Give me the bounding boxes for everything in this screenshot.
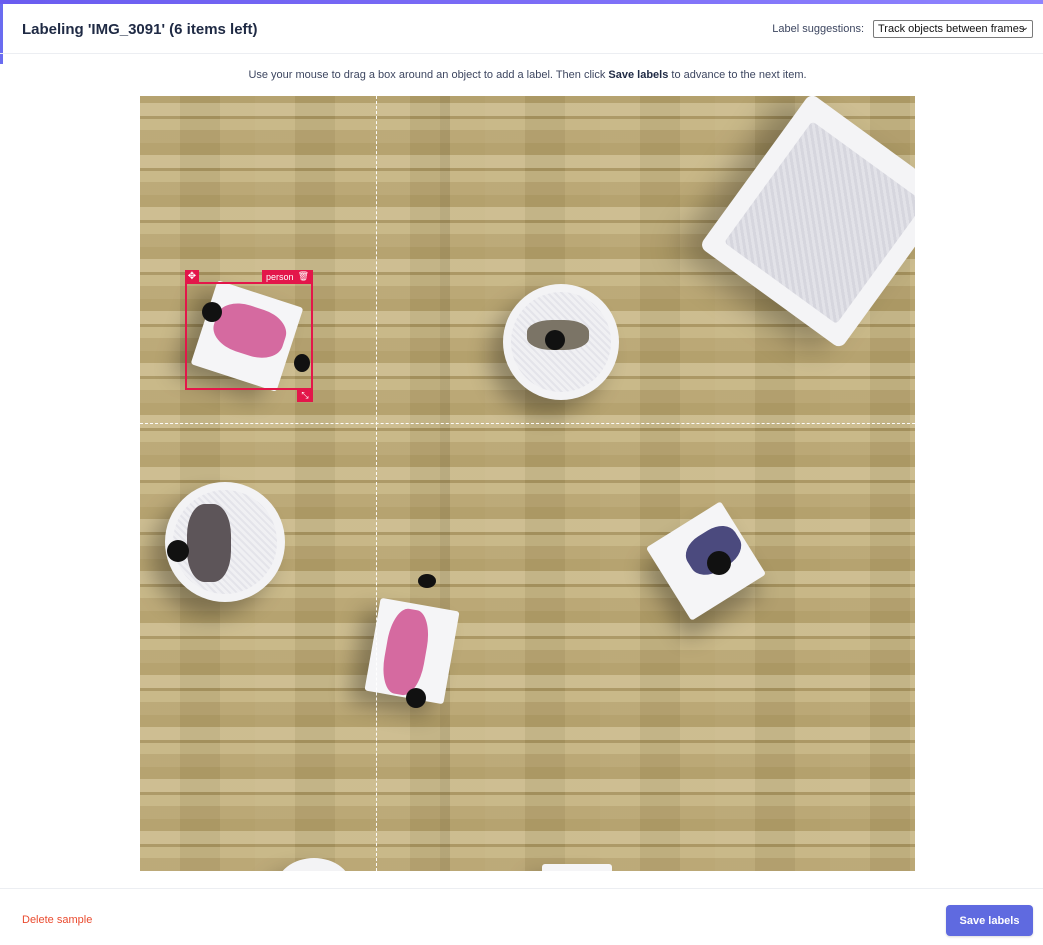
plate-object	[503, 284, 619, 400]
crosshair-vertical	[376, 96, 377, 871]
header: Labeling 'IMG_3091' (6 items left) Label…	[0, 4, 1043, 54]
label-suggestions: Label suggestions: Track objects between…	[772, 20, 1033, 38]
crosshair-horizontal	[140, 423, 915, 424]
instructions-text-end: to advance to the next item.	[668, 69, 807, 81]
instructions: Use your mouse to drag a box around an o…	[0, 69, 1043, 81]
chevron-down-icon: ⌄	[1020, 22, 1029, 33]
delete-sample-link[interactable]: Delete sample	[22, 914, 92, 926]
trash-icon[interactable]: 🗑	[298, 271, 309, 282]
figure-feet	[418, 574, 436, 588]
plate-object	[165, 482, 285, 602]
page-title: Labeling 'IMG_3091' (6 items left)	[22, 21, 258, 38]
suggestions-select[interactable]: Track objects between frames ⌄	[873, 20, 1033, 38]
bbox-label-tag[interactable]: person 🗑	[262, 270, 313, 283]
figure-head	[707, 551, 731, 575]
chair-object	[542, 864, 612, 871]
suggestions-select-value: Track objects between frames	[878, 23, 1025, 35]
bounding-box[interactable]: ✥ person 🗑 ⤡	[185, 270, 313, 402]
instructions-text: Use your mouse to drag a box around an o…	[248, 69, 609, 81]
labeling-canvas[interactable]: ✥ person 🗑 ⤡	[140, 96, 915, 871]
instructions-bold: Save labels	[608, 69, 669, 81]
bbox-label: person	[266, 271, 294, 282]
figure-head	[406, 688, 426, 708]
save-labels-button[interactable]: Save labels	[946, 905, 1033, 936]
move-icon[interactable]: ✥	[185, 270, 199, 283]
suggestions-label: Label suggestions:	[772, 23, 864, 35]
footer: Delete sample Save labels	[0, 888, 1043, 945]
resize-icon[interactable]: ⤡	[297, 389, 313, 402]
